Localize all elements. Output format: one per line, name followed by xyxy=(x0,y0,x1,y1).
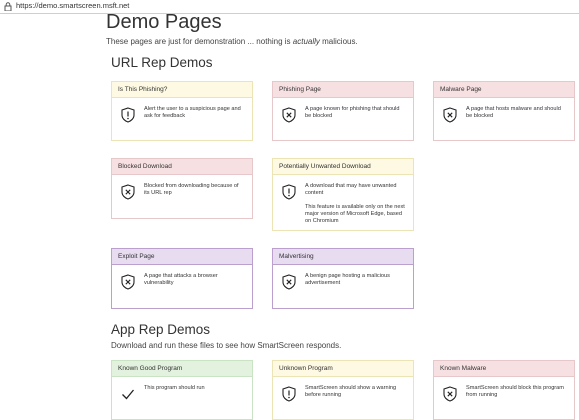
card-description: A page that hosts malware and should be … xyxy=(466,106,561,119)
url-rep-heading: URL Rep Demos xyxy=(111,55,213,70)
app-rep-heading: App Rep Demos xyxy=(111,322,211,337)
card-potentially-unwanted-download[interactable]: Potentially Unwanted Download A download… xyxy=(272,158,414,231)
card-malware-page[interactable]: Malware Page A page that hosts malware a… xyxy=(433,81,575,141)
shield-x-icon xyxy=(282,274,296,290)
card-title: Blocked Download xyxy=(112,159,252,175)
shield-x-icon xyxy=(282,107,296,123)
subtitle-text-end: malicious. xyxy=(319,37,358,46)
card-title: Malware Page xyxy=(434,82,574,98)
checkmark-icon xyxy=(122,389,135,400)
card-phishing-page[interactable]: Phishing Page A page known for phishing … xyxy=(272,81,414,141)
card-description: A download that may have unwanted conten… xyxy=(305,183,397,196)
shield-x-icon xyxy=(443,107,457,123)
shield-exclamation-icon xyxy=(282,184,296,200)
card-description: A page that attacks a browser vulnerabil… xyxy=(144,273,218,286)
card-note: This feature is available only on the ne… xyxy=(305,204,405,224)
card-is-this-phishing[interactable]: Is This Phishing? Alert the user to a su… xyxy=(111,81,253,141)
card-title: Potentially Unwanted Download xyxy=(273,159,413,175)
card-description: Blocked from downloading because of its … xyxy=(144,183,239,196)
card-description: A page known for phishing that should be… xyxy=(305,106,400,119)
card-title: Malvertising xyxy=(273,249,413,265)
subtitle-text: These pages are just for demonstration .… xyxy=(106,37,293,46)
card-description: SmartScreen should block this program fr… xyxy=(466,385,564,398)
app-rep-subtitle: Download and run these files to see how … xyxy=(111,341,342,350)
card-title: Known Malware xyxy=(434,361,574,377)
shield-exclamation-icon xyxy=(121,107,135,123)
card-known-malware[interactable]: Known Malware SmartScreen should block t… xyxy=(433,360,575,420)
subtitle-emphasis: actually xyxy=(292,37,320,46)
card-description: Alert the user to a suspicious page and … xyxy=(144,106,241,119)
card-malvertising[interactable]: Malvertising A benign page hosting a mal… xyxy=(272,248,414,309)
shield-exclamation-icon xyxy=(282,386,296,402)
card-title: Exploit Page xyxy=(112,249,252,265)
page-subtitle: These pages are just for demonstration .… xyxy=(106,37,358,46)
card-exploit-page[interactable]: Exploit Page A page that attacks a brows… xyxy=(111,248,253,309)
lock-icon xyxy=(4,2,12,11)
address-bar[interactable]: https://demo.smartscreen.msft.net xyxy=(0,0,579,14)
card-title: Known Good Program xyxy=(112,361,252,377)
card-title: Phishing Page xyxy=(273,82,413,98)
shield-x-icon xyxy=(121,184,135,200)
card-blocked-download[interactable]: Blocked Download Blocked from downloadin… xyxy=(111,158,253,219)
url-text[interactable]: https://demo.smartscreen.msft.net xyxy=(16,1,129,10)
card-description: A benign page hosting a malicious advert… xyxy=(305,273,390,286)
card-description: This program should run xyxy=(144,385,205,391)
card-title: Is This Phishing? xyxy=(112,82,252,98)
card-title: Unknown Program xyxy=(273,361,413,377)
page-title: Demo Pages xyxy=(106,11,222,33)
shield-x-icon xyxy=(443,386,457,402)
card-description: SmartScreen should show a warning before… xyxy=(305,385,397,398)
shield-x-icon xyxy=(121,274,135,290)
card-unknown-program[interactable]: Unknown Program SmartScreen should show … xyxy=(272,360,414,420)
card-known-good-program[interactable]: Known Good Program This program should r… xyxy=(111,360,253,420)
